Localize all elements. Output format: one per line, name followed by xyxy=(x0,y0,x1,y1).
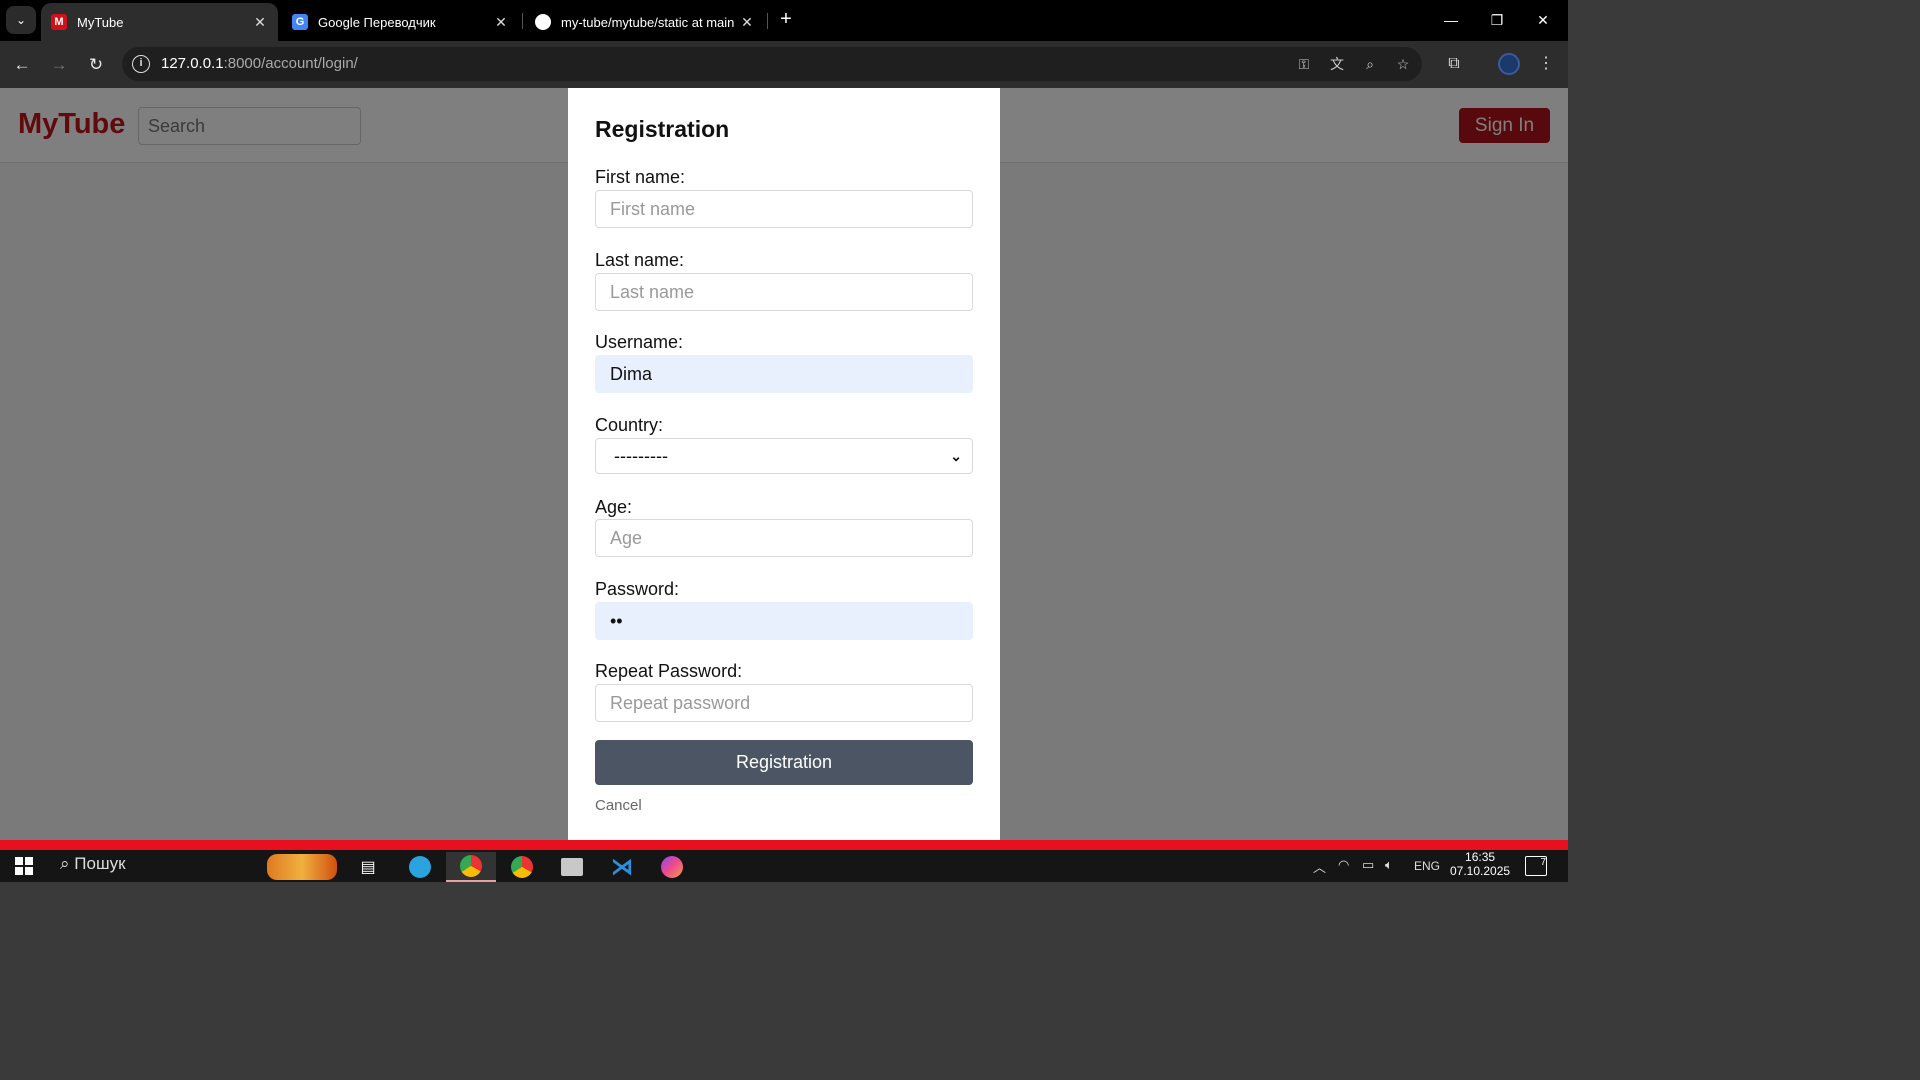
country-selected-value: --------- xyxy=(614,445,668,466)
browser-tab-bar: ⌄ M MyTube ✕ G Google Переводчик ✕ my-tu… xyxy=(0,0,1568,41)
windows-taskbar: ⌕ Пошук ▤ ⋊ ︿ ◠ ▭ 🔈︎ ENG 16:35 07.10.2025… xyxy=(0,850,1568,882)
google-translate-favicon-icon: G xyxy=(292,14,308,30)
new-tab-button[interactable]: + xyxy=(774,8,798,32)
battery-icon[interactable]: ▭ xyxy=(1362,857,1374,873)
taskbar-search-label: Пошук xyxy=(74,854,126,873)
password-input[interactable]: •• xyxy=(595,602,973,640)
telegram-icon[interactable] xyxy=(398,852,442,882)
star-icon[interactable]: ☆ xyxy=(1393,55,1413,73)
first-name-input[interactable]: First name xyxy=(595,190,973,228)
country-select[interactable]: --------- ⌄ xyxy=(595,438,973,474)
cancel-link[interactable]: Cancel xyxy=(595,797,642,814)
forward-arrow-icon[interactable]: → xyxy=(47,53,71,77)
country-label: Country: xyxy=(595,415,664,435)
chevron-down-icon: ⌄ xyxy=(950,447,962,464)
github-icon xyxy=(535,14,551,30)
profile-avatar[interactable] xyxy=(1498,53,1520,75)
first-name-label: First name: xyxy=(595,167,686,187)
volume-icon[interactable]: 🔈︎ xyxy=(1385,857,1393,873)
tray-chevron-up-icon[interactable]: ︿ xyxy=(1313,857,1326,876)
tab-separator xyxy=(767,13,768,29)
tab-title: my-tube/mytube/static at main xyxy=(561,14,735,30)
file-explorer-icon[interactable] xyxy=(550,852,594,882)
notification-icon[interactable]: 7 xyxy=(1525,856,1547,876)
reload-icon[interactable]: ↻ xyxy=(84,53,108,77)
registration-modal: Registration First name: First name Last… xyxy=(568,88,1000,840)
notification-count: 7 xyxy=(1540,857,1546,868)
last-name-input[interactable]: Last name xyxy=(595,273,973,311)
address-bar[interactable]: i 127.0.0.1:8000/account/login/ ⚿ 文 ⌕ ☆ xyxy=(122,47,1422,81)
page-viewport: MyTube Sign In Registration First name: … xyxy=(0,88,1568,840)
password-label: Password: xyxy=(595,579,680,599)
task-view-icon[interactable]: ▤ xyxy=(346,852,390,882)
mytube-favicon-icon: M xyxy=(51,14,67,30)
site-info-icon[interactable]: i xyxy=(132,55,150,73)
url-text[interactable]: 127.0.0.1:8000/account/login/ xyxy=(161,55,358,72)
registration-submit-button[interactable]: Registration xyxy=(595,740,973,785)
vscode-icon[interactable]: ⋊ xyxy=(600,852,644,882)
search-icon: ⌕ xyxy=(60,854,70,873)
close-icon[interactable]: ✕ xyxy=(250,14,270,31)
url-path: :8000/account/login/ xyxy=(223,55,358,72)
menu-dots-icon[interactable]: ⋮ xyxy=(1535,53,1557,75)
tab-google-translate[interactable]: G Google Переводчик ✕ xyxy=(282,3,519,41)
repeat-password-input[interactable]: Repeat password xyxy=(595,684,973,722)
tab-separator xyxy=(522,13,523,29)
key-icon[interactable]: ⚿ xyxy=(1294,55,1314,73)
translate-icon[interactable]: 文 xyxy=(1327,55,1347,73)
clock-time: 16:35 xyxy=(1465,850,1496,864)
chevron-down-icon: ⌄ xyxy=(15,13,27,27)
close-icon[interactable]: ✕ xyxy=(491,14,511,31)
taskbar-search[interactable]: ⌕ Пошук xyxy=(60,854,126,874)
chrome-dev-icon[interactable] xyxy=(446,852,496,882)
clock[interactable]: 16:35 07.10.2025 xyxy=(1450,850,1511,878)
close-window-button[interactable]: ✕ xyxy=(1520,6,1566,34)
weather-widget-icon[interactable] xyxy=(262,852,342,882)
username-input[interactable]: Dima xyxy=(595,355,973,393)
extensions-icon[interactable]: ⧉ xyxy=(1443,53,1465,75)
url-host: 127.0.0.1 xyxy=(161,55,224,72)
wifi-icon[interactable]: ◠ xyxy=(1338,857,1349,873)
app-drop-icon[interactable] xyxy=(650,852,694,882)
username-label: Username: xyxy=(595,332,684,352)
tab-title: Google Переводчик xyxy=(318,14,436,30)
language-indicator[interactable]: ENG xyxy=(1414,859,1440,873)
browser-toolbar: ← → ↻ i 127.0.0.1:8000/account/login/ ⚿ … xyxy=(0,41,1568,88)
restore-button[interactable]: ❐ xyxy=(1474,6,1520,34)
modal-title: Registration xyxy=(595,116,730,142)
tab-github[interactable]: my-tube/mytube/static at main ✕ xyxy=(525,3,765,41)
back-arrow-icon[interactable]: ← xyxy=(10,53,34,77)
last-name-label: Last name: xyxy=(595,250,685,270)
chrome-icon[interactable] xyxy=(500,852,544,882)
age-input[interactable]: Age xyxy=(595,519,973,557)
zoom-icon[interactable]: ⌕ xyxy=(1360,55,1380,73)
age-label: Age: xyxy=(595,497,633,517)
tab-title: MyTube xyxy=(77,14,124,30)
minimize-button[interactable]: — xyxy=(1428,6,1474,34)
tab-mytube[interactable]: M MyTube ✕ xyxy=(41,3,278,41)
clock-date: 07.10.2025 xyxy=(1450,864,1511,878)
close-icon[interactable]: ✕ xyxy=(737,14,757,31)
taskbar-accent-bar xyxy=(0,840,1568,850)
repeat-password-label: Repeat Password: xyxy=(595,661,743,681)
windows-start-icon[interactable] xyxy=(15,857,33,875)
tab-search-button[interactable]: ⌄ xyxy=(6,6,36,34)
